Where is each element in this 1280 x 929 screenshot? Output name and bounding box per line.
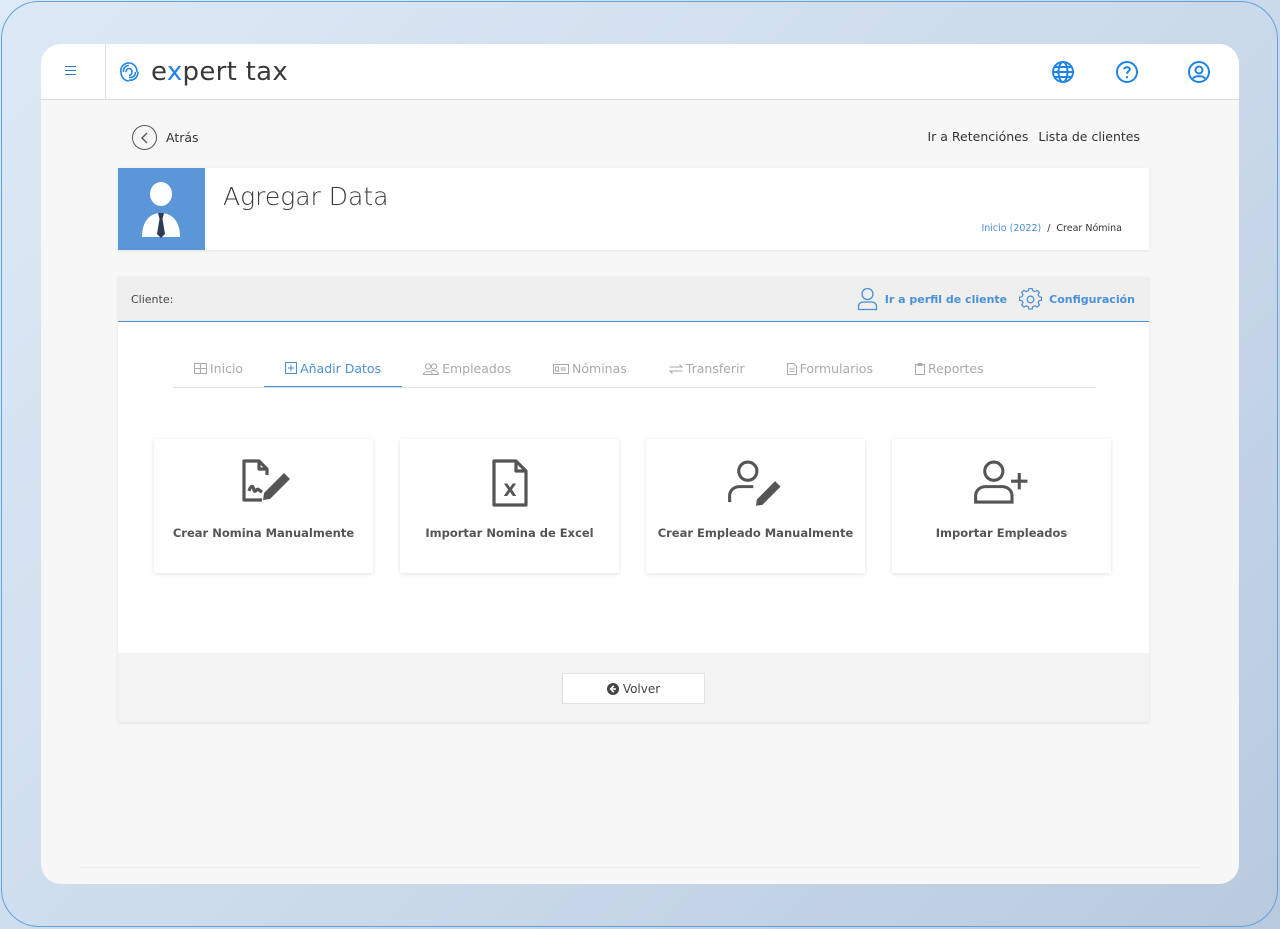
- logo[interactable]: expert tax: [117, 57, 288, 87]
- user-plus-icon: [972, 457, 1032, 509]
- panel-header: Cliente: Ir a perfil de cliente Configur…: [118, 277, 1149, 322]
- action-cards: Crear Nomina Manualmente X Importar Nomi…: [154, 439, 1138, 573]
- tab-anadir-datos[interactable]: Añadir Datos: [264, 350, 403, 387]
- document-icon: [786, 362, 797, 375]
- card-label: Crear Nomina Manualmente: [172, 526, 355, 540]
- tab-nominas[interactable]: Nóminas: [532, 350, 648, 387]
- back-label: Atrás: [166, 130, 199, 145]
- footer-divider: [81, 867, 1201, 868]
- card-label: Importar Empleados: [935, 526, 1068, 540]
- payroll-icon: [553, 363, 570, 374]
- document-sign-icon: [234, 457, 294, 509]
- user-outline-icon: [857, 287, 877, 311]
- top-links: Ir a Retenciónes Lista de clientes: [922, 129, 1141, 144]
- settings-label: Configuración: [1049, 292, 1135, 306]
- breadcrumb-home[interactable]: Inicio (2022): [981, 223, 1041, 234]
- back-button[interactable]: Atrás: [132, 125, 199, 150]
- breadcrumb: Inicio (2022) / Crear Nómina: [981, 223, 1122, 234]
- panel-footer: Volver: [118, 653, 1149, 722]
- client-profile-label: Ir a perfil de cliente: [884, 292, 1008, 306]
- client-panel: Cliente: Ir a perfil de cliente Configur…: [118, 277, 1149, 722]
- tab-label: Empleados: [442, 361, 512, 376]
- grid-icon: [194, 363, 207, 374]
- link-lista-clientes[interactable]: Lista de clientes: [1038, 129, 1140, 144]
- businessman-icon: [142, 182, 180, 238]
- clipboard-icon: [914, 362, 925, 375]
- top-navbar: expert tax: [41, 44, 1239, 100]
- svg-text:X: X: [503, 481, 516, 501]
- transfer-icon: [668, 363, 683, 374]
- plus-square-icon: [285, 362, 298, 374]
- globe-icon[interactable]: [1051, 60, 1075, 84]
- tab-label: Formularios: [799, 361, 873, 376]
- client-profile-link[interactable]: Ir a perfil de cliente: [857, 287, 1007, 311]
- menu-icon[interactable]: [65, 63, 81, 79]
- card-label: Crear Empleado Manualmente: [657, 526, 854, 540]
- gear-icon: [1019, 287, 1043, 310]
- breadcrumb-current: Crear Nómina: [1056, 223, 1122, 234]
- page-title: Agregar Data: [223, 182, 389, 211]
- tab-reportes[interactable]: Reportes: [894, 350, 1005, 387]
- tab-label: Añadir Datos: [300, 360, 382, 376]
- user-circle-icon[interactable]: [1187, 60, 1211, 84]
- excel-file-icon: X: [480, 457, 540, 509]
- arrow-circle-left-icon: [606, 682, 619, 695]
- tab-inicio[interactable]: Inicio: [173, 350, 264, 387]
- user-edit-icon: [726, 457, 786, 509]
- tab-formularios[interactable]: Formularios: [766, 350, 894, 387]
- tab-transferir[interactable]: Transferir: [648, 350, 766, 387]
- card-crear-empleado[interactable]: Crear Empleado Manualmente: [646, 439, 865, 573]
- tab-bar: Inicio Añadir Datos Empleados Nóminas Tr…: [173, 350, 1095, 388]
- tab-label: Nóminas: [572, 361, 627, 376]
- brand-name: expert tax: [151, 57, 289, 87]
- logo-swirl-icon: [120, 62, 139, 82]
- volver-button[interactable]: Volver: [562, 673, 705, 704]
- tab-label: Transferir: [685, 361, 745, 376]
- tab-empleados[interactable]: Empleados: [402, 350, 532, 387]
- tab-label: Inicio: [210, 361, 244, 376]
- avatar: [118, 168, 205, 250]
- users-icon: [423, 362, 440, 375]
- card-label: Importar Nomina de Excel: [425, 526, 594, 540]
- card-importar-empleados[interactable]: Importar Empleados: [892, 439, 1111, 573]
- volver-label: Volver: [622, 681, 661, 696]
- back-arrow-icon: [132, 125, 157, 150]
- card-importar-nomina-excel[interactable]: X Importar Nomina de Excel: [400, 439, 619, 573]
- settings-link[interactable]: Configuración: [1019, 287, 1135, 311]
- breadcrumb-separator: /: [1047, 223, 1051, 234]
- help-icon[interactable]: [1115, 60, 1139, 84]
- divider: [105, 44, 106, 100]
- client-label: Cliente:: [131, 293, 174, 306]
- app-window: expert tax Atrás Ir a Retenciónes Lista …: [41, 44, 1239, 884]
- panel-actions: Ir a perfil de cliente Configuración: [845, 287, 1135, 311]
- page-header-card: Agregar Data Inicio (2022) / Crear Nómina: [118, 168, 1149, 250]
- link-retenciones[interactable]: Ir a Retenciónes: [928, 129, 1029, 144]
- tab-label: Reportes: [927, 361, 984, 376]
- card-crear-nomina[interactable]: Crear Nomina Manualmente: [154, 439, 373, 573]
